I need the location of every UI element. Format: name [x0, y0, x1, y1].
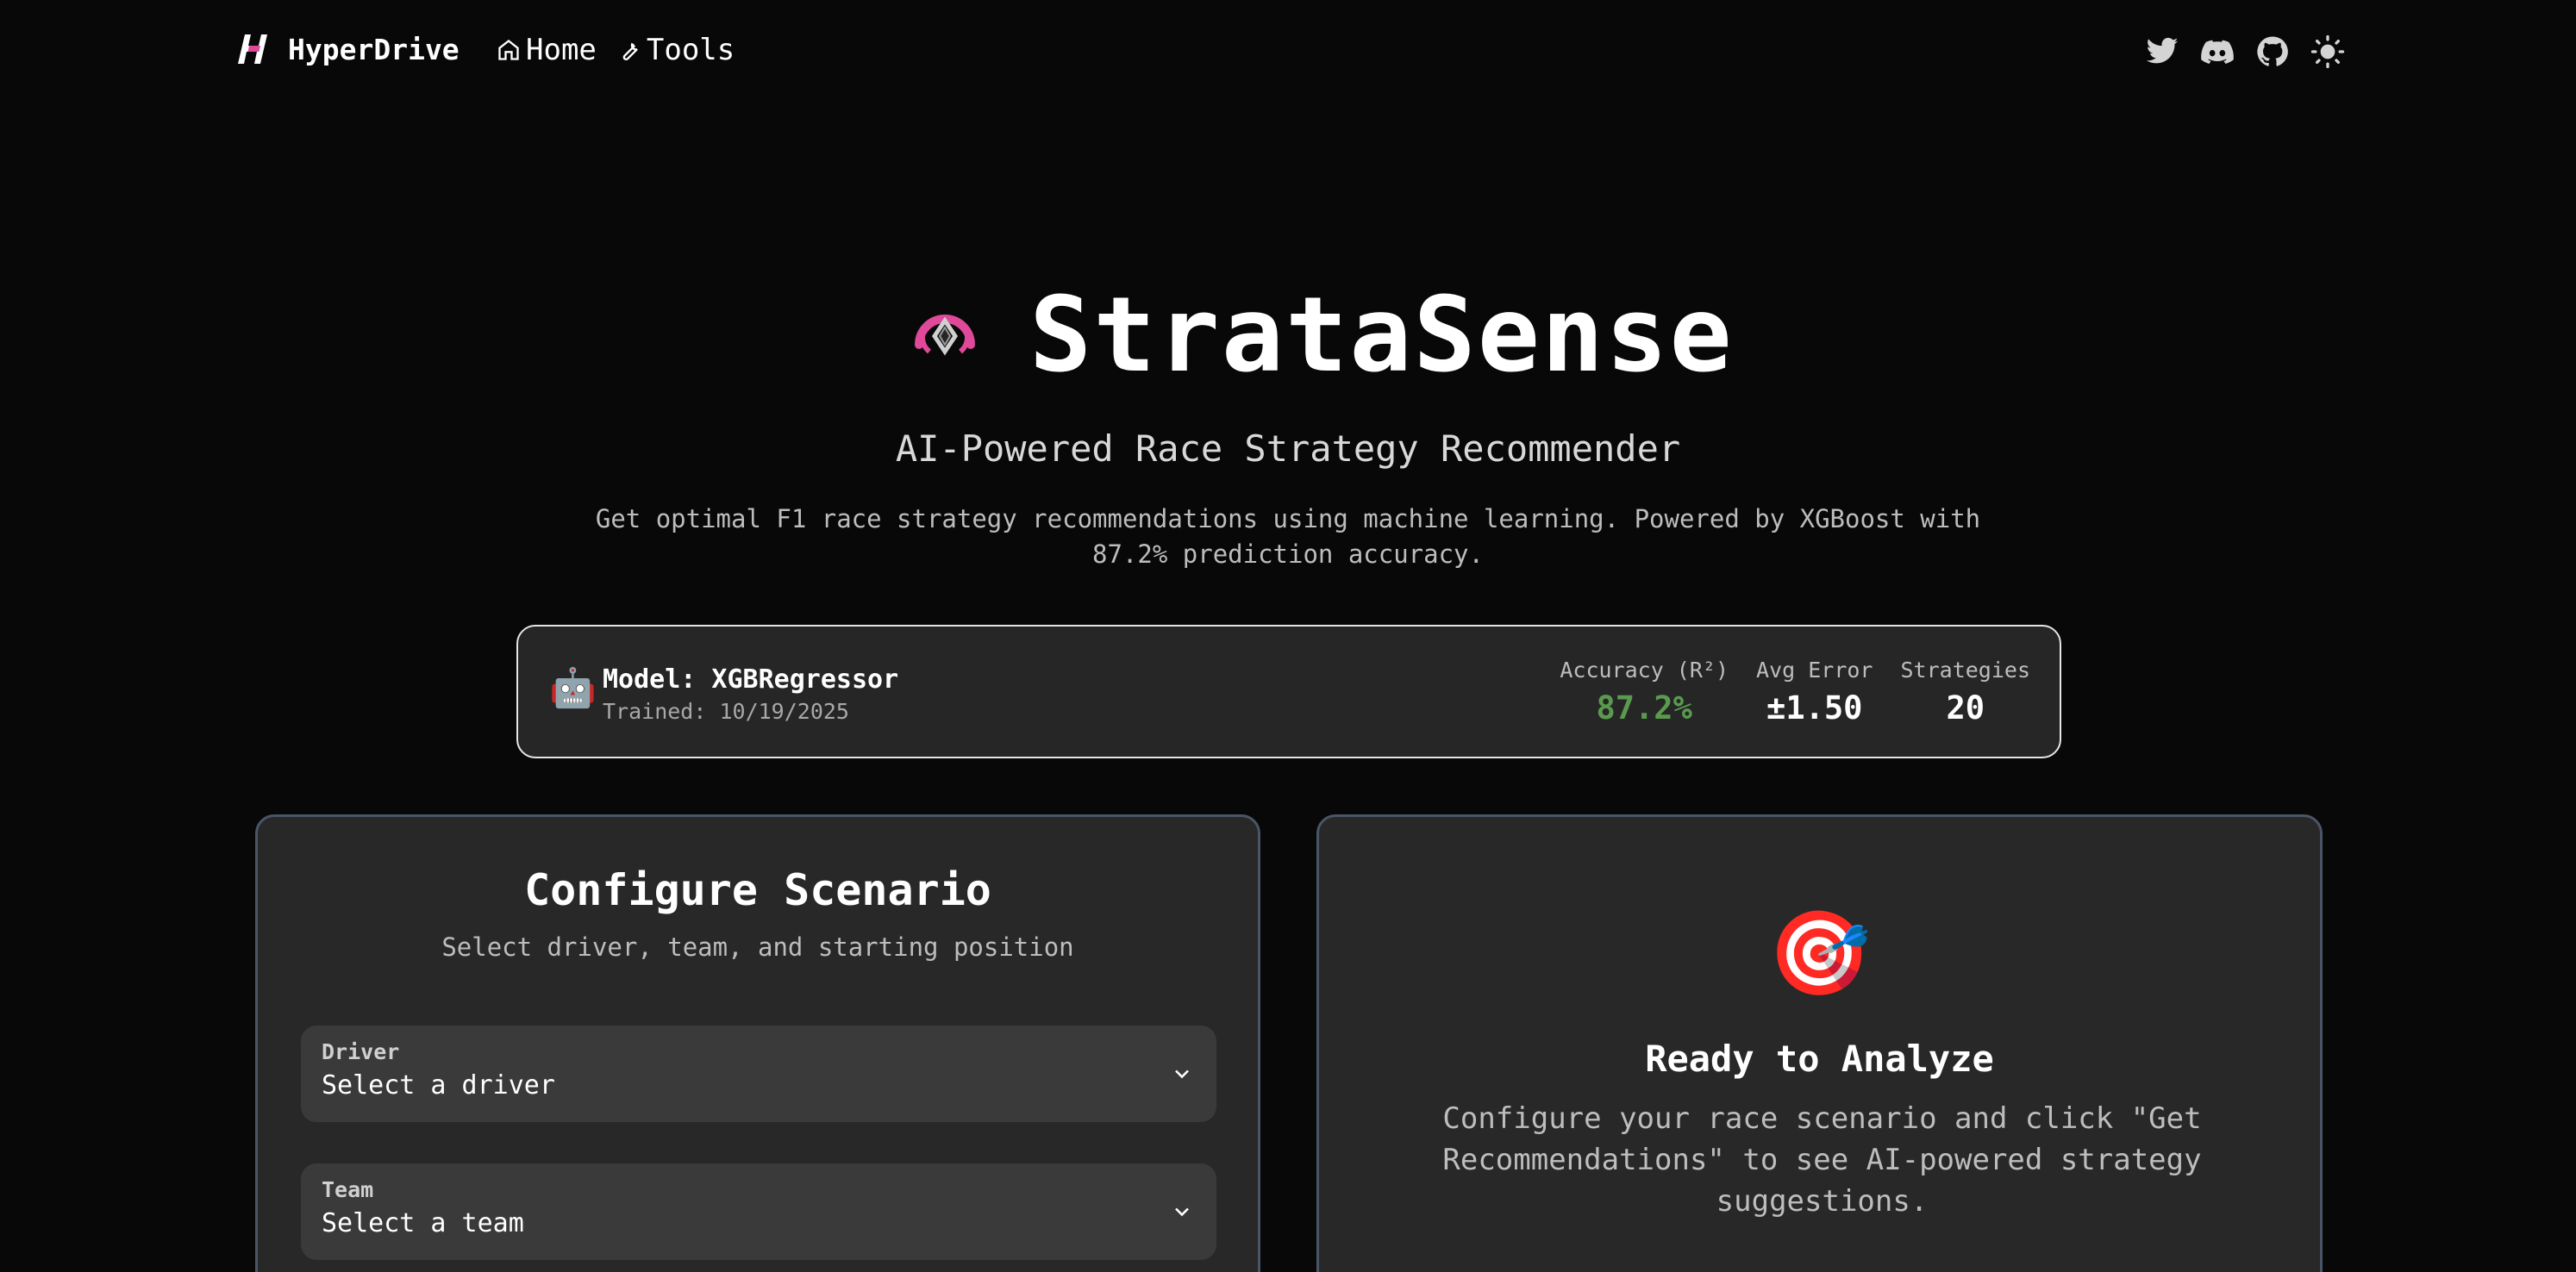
nav-home-link[interactable]: Home	[497, 33, 597, 67]
ready-description: Configure your race scenario and click "…	[1442, 1101, 2202, 1219]
discord-icon	[2201, 40, 2234, 64]
driver-select[interactable]: Driver Select a driver	[301, 1026, 1216, 1122]
sun-icon	[2310, 34, 2345, 69]
chevron-down-icon	[1175, 1207, 1189, 1217]
team-select[interactable]: Team Select a team	[301, 1163, 1216, 1260]
nav-home-label: Home	[526, 33, 597, 67]
stat-avg-error: Avg Error ±1.50	[1756, 658, 1873, 726]
github-link[interactable]	[2255, 34, 2290, 69]
social-icons	[2145, 34, 2345, 69]
nav-tools-link[interactable]: Tools	[617, 33, 735, 67]
configure-subtitle: Select driver, team, and starting positi…	[441, 932, 1074, 962]
github-icon	[2257, 36, 2288, 66]
target-icon: 🎯	[1767, 905, 1872, 1001]
driver-select-value: Select a driver	[322, 1070, 555, 1101]
twitter-link[interactable]	[2145, 34, 2179, 69]
team-select-value: Select a team	[322, 1208, 524, 1238]
results-panel: 🎯 Ready to Analyze Configure your race s…	[1316, 814, 2323, 1272]
stat-strategies: Strategies 20	[1900, 658, 2030, 726]
stat-label: Avg Error	[1756, 658, 1873, 683]
stat-value: ±1.50	[1766, 689, 1863, 726]
theme-toggle-button[interactable]	[2310, 34, 2345, 69]
nav-tools-label: Tools	[646, 33, 735, 67]
model-trained-date: Trained: 10/19/2025	[603, 699, 849, 724]
stat-value: 87.2%	[1596, 689, 1692, 726]
discord-link[interactable]	[2200, 34, 2235, 69]
chevron-down-icon	[1175, 1069, 1189, 1079]
team-select-label: Team	[322, 1177, 374, 1202]
brand-link[interactable]: HyperDrive	[236, 31, 460, 67]
wrench-icon	[622, 42, 638, 60]
page-description: Get optimal F1 race strategy recommendat…	[595, 504, 1981, 569]
page-title: StrataSense	[1029, 276, 1734, 396]
stat-value: 20	[1946, 689, 1985, 726]
stat-accuracy: Accuracy (R²) 87.2%	[1560, 658, 1729, 726]
brand-name: HyperDrive	[288, 32, 460, 66]
ready-title: Ready to Analyze	[1645, 1038, 1994, 1080]
stat-label: Accuracy (R²)	[1560, 658, 1729, 683]
stat-label: Strategies	[1900, 658, 2030, 683]
robot-icon: 🤖	[549, 666, 597, 710]
top-navbar: HyperDrive Home Tools	[0, 0, 2576, 103]
nav-links: Home Tools	[497, 33, 735, 67]
page-subtitle: AI-Powered Race Strategy Recommender	[895, 427, 1681, 470]
model-info-card: 🤖 Model: XGBRegressor Trained: 10/19/202…	[516, 625, 2061, 758]
model-name: Model: XGBRegressor	[603, 664, 899, 695]
configure-scenario-panel: Configure Scenario Select driver, team, …	[255, 814, 1260, 1272]
model-stats: Accuracy (R²) 87.2% Avg Error ±1.50 Stra…	[1560, 658, 2030, 726]
twitter-icon	[2146, 37, 2179, 64]
configure-title: Configure Scenario	[524, 865, 991, 915]
hero-heading: StrataSense	[912, 284, 1734, 388]
driver-select-label: Driver	[322, 1039, 400, 1064]
home-icon	[498, 40, 519, 60]
stratasense-logo-icon	[915, 315, 975, 356]
hyperdrive-logo-icon	[238, 34, 267, 64]
